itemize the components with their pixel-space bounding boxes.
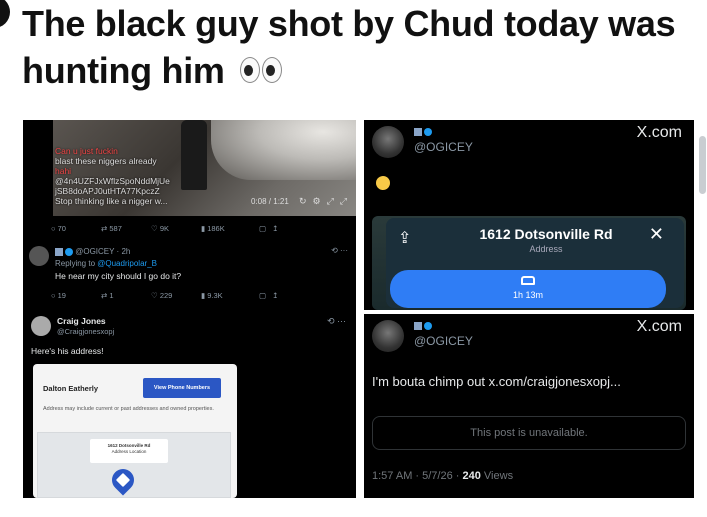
bookmark-share-icons[interactable]: ▢↥ (259, 224, 284, 233)
flag-icon (414, 127, 422, 136)
quoted-unavailable: This post is unavailable. (372, 416, 686, 450)
flag-icon (414, 321, 422, 330)
reply-text: He near my city should I go do it? (55, 271, 182, 281)
reply-handle[interactable]: @OGICEY · 2h (75, 247, 130, 256)
post-text: I'm bouta chimp out x.com/craigjonesxopj… (372, 374, 621, 389)
flag-icon (55, 247, 63, 256)
screenshot-left-bottom: Craig Jones @Craigjonesxopj ⟲ ··· Here's… (23, 312, 356, 498)
view-count[interactable]: ▮ 186K (201, 224, 251, 233)
headline-text: The black guy shot by Chud today was hun… (22, 3, 676, 91)
map-label: 1612 Dotsonville Rd Address Location (90, 439, 168, 463)
craig-avatar[interactable] (31, 316, 51, 336)
source-label: X.com (636, 318, 682, 335)
repost-count[interactable]: ⇄ 1 (101, 291, 151, 300)
destination-title: 1612 Dotsonville Rd (479, 226, 613, 242)
ogicey-avatar[interactable] (372, 126, 404, 158)
verified-icon (424, 321, 432, 330)
author-handle[interactable]: @OGICEY (414, 140, 473, 154)
map-subtitle: Address Location (111, 449, 147, 454)
destination-type: Address (529, 244, 563, 254)
reply-stats: ○ 19 ⇄ 1 ♡ 229 ▮ 9.3K ▢↥ (51, 291, 284, 300)
scrollbar[interactable] (699, 136, 706, 194)
route-button[interactable]: 1h 13m (390, 270, 666, 308)
video-timestamp: 0:08 / 1:21 (251, 197, 289, 206)
destination-card: ⇪ 1612 Dotsonville Rd Address ✕ 1h 13m (386, 218, 684, 308)
ogicey-avatar[interactable] (372, 320, 404, 352)
address-card: Dalton Eatherly View Phone Numbers Addre… (33, 364, 237, 498)
eyes-emoji-icon (240, 47, 284, 94)
view-phone-button[interactable]: View Phone Numbers (143, 378, 221, 398)
replying-to-link[interactable]: @Quadripolar_B (97, 259, 157, 268)
close-icon[interactable]: ✕ (649, 224, 664, 245)
author-handle[interactable]: @OGICEY (414, 334, 473, 348)
more-icon[interactable]: ⟲ ··· (327, 316, 346, 327)
author-name[interactable]: Craig Jones (57, 316, 106, 326)
poster-avatar[interactable] (0, 0, 10, 28)
address-map[interactable]: 1612 Dotsonville Rd Address Location (37, 432, 231, 498)
source-label: X.com (636, 124, 682, 141)
overlay-line: jSB8doAPJ0utHTA77KpczZ (55, 186, 160, 196)
replying-to: Replying to @Quadripolar_B (55, 259, 157, 268)
reply-count[interactable]: ○ 19 (51, 291, 101, 300)
badges (414, 126, 432, 136)
bookmark-share-icons[interactable]: ▢↥ (259, 291, 284, 300)
more-icon[interactable]: ⟲ ··· (331, 246, 348, 255)
verified-icon (65, 247, 73, 256)
emoji-icon (376, 176, 390, 190)
repost-count[interactable]: ⇄ 587 (101, 224, 151, 233)
reply-header: @OGICEY · 2h (55, 247, 130, 256)
route-time: 1h 13m (512, 290, 544, 300)
overlay-line: Can u just fuckin (55, 146, 118, 156)
overlay-line: Stop thinking like a nigger w... (55, 196, 168, 206)
tweet-stats: ○ 70 ⇄ 587 ♡ 9K ▮ 186K ▢↥ (51, 224, 284, 233)
post-time[interactable]: 1:57 AM · 5/7/26 · (372, 470, 463, 482)
video-overlay-text: Can u just fuckin blast these niggers al… (55, 146, 225, 206)
overlay-line: hahi (55, 166, 72, 176)
video-controls[interactable]: ↻⚙⤢⤢ (299, 196, 353, 207)
overlay-line: @4n4UZFJxWflzSpoNddMjUe (55, 176, 170, 186)
reply-count[interactable]: ○ 70 (51, 224, 101, 233)
post-text: Here's his address! (31, 346, 104, 356)
view-count: 240 (462, 470, 481, 482)
author-handle[interactable]: @Craigjonesxopj (57, 327, 114, 336)
share-icon[interactable]: ⇪ (398, 228, 411, 248)
view-count[interactable]: ▮ 9.3K (201, 291, 251, 300)
video-car (211, 120, 356, 180)
screenshot-right-top: @OGICEY X.com ⇪ 1612 Dotsonville Rd Addr… (364, 120, 694, 310)
car-icon (521, 276, 535, 285)
person-name: Dalton Eatherly (43, 384, 99, 393)
home-pin-icon (107, 464, 139, 496)
like-count[interactable]: ♡ 229 (151, 291, 201, 300)
like-count[interactable]: ♡ 9K (151, 224, 201, 233)
verified-icon (424, 127, 432, 136)
reply-avatar[interactable] (29, 246, 49, 266)
screenshot-right-bottom: @OGICEY X.com I'm bouta chimp out x.com/… (364, 314, 694, 498)
post-headline: The black guy shot by Chud today was hun… (22, 0, 692, 94)
overlay-line: blast these niggers already (55, 156, 157, 166)
screenshot-left-top: 0:08 / 1:21 ↻⚙⤢⤢ Can u just fuckin blast… (23, 120, 356, 312)
badges (414, 320, 432, 330)
post-meta: 1:57 AM · 5/7/26 · 240 Views (372, 470, 513, 482)
views-label: Views (483, 470, 514, 482)
address-note: Address may include current or past addr… (43, 406, 214, 412)
